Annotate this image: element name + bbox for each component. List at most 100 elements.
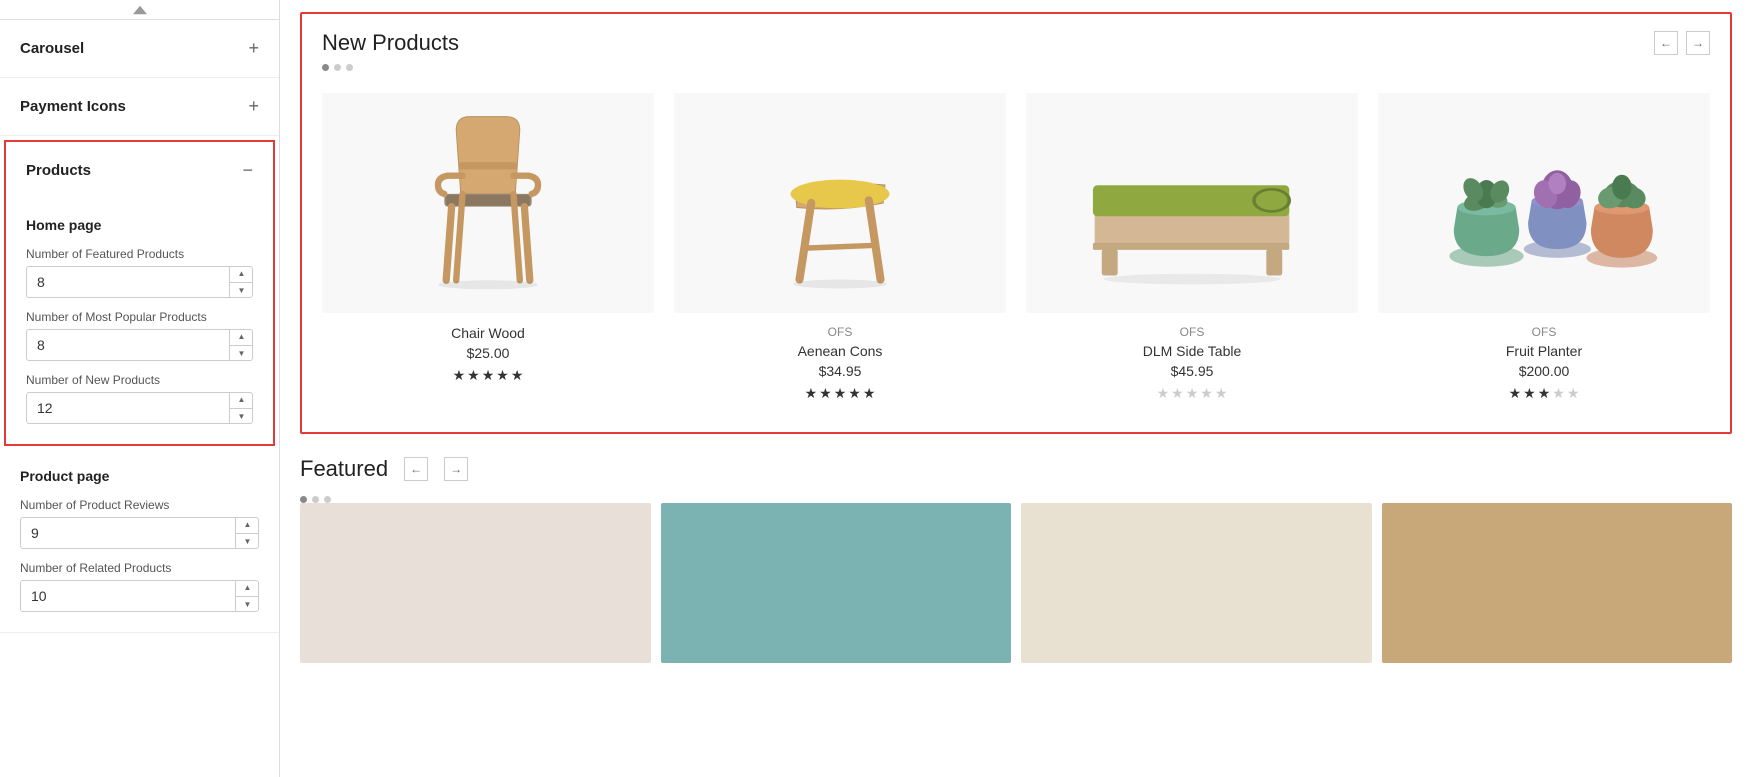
- star-icon: ★: [863, 385, 876, 402]
- star-icon: ★: [1509, 385, 1522, 402]
- product-reviews-increment[interactable]: ▲: [236, 517, 259, 534]
- homepage-section-title: Home page: [26, 217, 253, 233]
- product-vendor-4: OFS: [1532, 325, 1557, 339]
- product-reviews-input[interactable]: [20, 517, 259, 549]
- related-products-increment[interactable]: ▲: [236, 580, 259, 597]
- sidebar-section-payment-icons: Payment Icons +: [0, 78, 279, 136]
- product-card-3: OFS DLM Side Table $45.95 ★ ★ ★ ★ ★: [1016, 83, 1368, 412]
- product-page-title: Product page: [20, 468, 259, 484]
- featured-header: Featured ← →: [300, 456, 1732, 482]
- featured-products-decrement[interactable]: ▼: [230, 283, 253, 299]
- new-products-decrement[interactable]: ▼: [230, 409, 253, 425]
- product-price-2: $34.95: [819, 363, 862, 379]
- product-image-1: [322, 93, 654, 313]
- related-products-decrement[interactable]: ▼: [236, 597, 259, 613]
- sidebar-section-products: Products − Home page Number of Featured …: [4, 140, 275, 446]
- product-image-4: [1378, 93, 1710, 313]
- products-grid: Chair Wood $25.00 ★ ★ ★ ★ ★: [302, 83, 1730, 432]
- related-products-input[interactable]: [20, 580, 259, 612]
- product-vendor-2: OFS: [828, 325, 853, 339]
- new-products-header: New Products ← →: [302, 14, 1730, 60]
- dot-1: [322, 64, 329, 71]
- featured-products-input-wrapper: ▲ ▼: [26, 266, 253, 298]
- star-icon: ★: [805, 385, 818, 402]
- popular-products-decrement[interactable]: ▼: [230, 346, 253, 362]
- new-products-dots: [302, 60, 1730, 83]
- star-icon: ★: [819, 385, 832, 402]
- product-page-content: Product page Number of Product Reviews ▲…: [0, 450, 279, 632]
- products-header[interactable]: Products −: [6, 142, 273, 199]
- star-icon: ★: [848, 385, 861, 402]
- new-products-label: Number of New Products: [26, 373, 253, 387]
- product-card-4: OFS Fruit Planter $200.00 ★ ★ ★ ★ ★: [1368, 83, 1720, 412]
- product-image-2: [674, 93, 1006, 313]
- new-products-nav: ← →: [1654, 31, 1710, 55]
- product-stars-4: ★ ★ ★ ★ ★: [1509, 385, 1580, 402]
- featured-section: Featured ← →: [280, 446, 1752, 673]
- products-collapse-icon: −: [242, 160, 253, 181]
- popular-products-input[interactable]: [26, 329, 253, 361]
- product-reviews-input-wrapper: ▲ ▼: [20, 517, 259, 549]
- payment-icons-header[interactable]: Payment Icons +: [0, 78, 279, 135]
- featured-dot-1: [300, 496, 307, 503]
- star-icon: ★: [453, 367, 466, 384]
- featured-product-2: [661, 503, 1012, 663]
- featured-dot-2: [312, 496, 319, 503]
- featured-product-1: [300, 503, 651, 663]
- product-card-2: OFS Aenean Cons $34.95 ★ ★ ★ ★ ★: [664, 83, 1016, 412]
- carousel-header[interactable]: Carousel +: [0, 20, 279, 77]
- star-icon: ★: [467, 367, 480, 384]
- star-empty-icon: ★: [1200, 385, 1213, 402]
- star-icon: ★: [511, 367, 524, 384]
- popular-products-increment[interactable]: ▲: [230, 329, 253, 346]
- dot-3: [346, 64, 353, 71]
- product-name-3: DLM Side Table: [1143, 343, 1242, 359]
- new-products-next-btn[interactable]: →: [1686, 31, 1710, 55]
- featured-prev-btn[interactable]: ←: [404, 457, 428, 481]
- new-products-input[interactable]: [26, 392, 253, 424]
- payment-icons-expand-icon: +: [248, 96, 259, 117]
- product-stars-3: ★ ★ ★ ★ ★: [1157, 385, 1228, 402]
- featured-title: Featured: [300, 456, 388, 482]
- star-icon: ★: [834, 385, 847, 402]
- star-icon: ★: [1538, 385, 1551, 402]
- products-content: Home page Number of Featured Products ▲ …: [6, 199, 273, 444]
- product-reviews-decrement[interactable]: ▼: [236, 534, 259, 550]
- new-products-preview: New Products ← →: [300, 12, 1732, 434]
- new-products-input-wrapper: ▲ ▼: [26, 392, 253, 424]
- featured-product-4: [1382, 503, 1733, 663]
- product-price-1: $25.00: [467, 345, 510, 361]
- carousel-expand-icon: +: [248, 38, 259, 59]
- star-empty-icon: ★: [1215, 385, 1228, 402]
- featured-dot-3: [324, 496, 331, 503]
- product-vendor-3: OFS: [1180, 325, 1205, 339]
- sidebar-section-product-page: Product page Number of Product Reviews ▲…: [0, 450, 279, 633]
- popular-products-input-wrapper: ▲ ▼: [26, 329, 253, 361]
- new-products-increment[interactable]: ▲: [230, 392, 253, 409]
- new-products-title: New Products: [322, 30, 459, 56]
- related-products-input-wrapper: ▲ ▼: [20, 580, 259, 612]
- main-content: New Products ← →: [280, 0, 1752, 777]
- star-empty-icon: ★: [1552, 385, 1565, 402]
- dot-2: [334, 64, 341, 71]
- payment-icons-title: Payment Icons: [20, 98, 126, 115]
- product-reviews-label: Number of Product Reviews: [20, 498, 259, 512]
- product-stars-2: ★ ★ ★ ★ ★: [805, 385, 876, 402]
- featured-dots: [300, 492, 1732, 503]
- featured-products-grid: [300, 503, 1732, 663]
- featured-products-increment[interactable]: ▲: [230, 266, 253, 283]
- star-empty-icon: ★: [1157, 385, 1170, 402]
- product-image-3: [1026, 93, 1358, 313]
- featured-next-btn[interactable]: →: [444, 457, 468, 481]
- product-price-4: $200.00: [1519, 363, 1570, 379]
- related-products-spinners: ▲ ▼: [235, 580, 259, 612]
- featured-products-input[interactable]: [26, 266, 253, 298]
- new-products-spinners: ▲ ▼: [229, 392, 253, 424]
- new-products-prev-btn[interactable]: ←: [1654, 31, 1678, 55]
- featured-products-label: Number of Featured Products: [26, 247, 253, 261]
- carousel-title: Carousel: [20, 40, 84, 57]
- product-name-4: Fruit Planter: [1506, 343, 1582, 359]
- star-icon: ★: [496, 367, 509, 384]
- star-icon: ★: [482, 367, 495, 384]
- star-empty-icon: ★: [1186, 385, 1199, 402]
